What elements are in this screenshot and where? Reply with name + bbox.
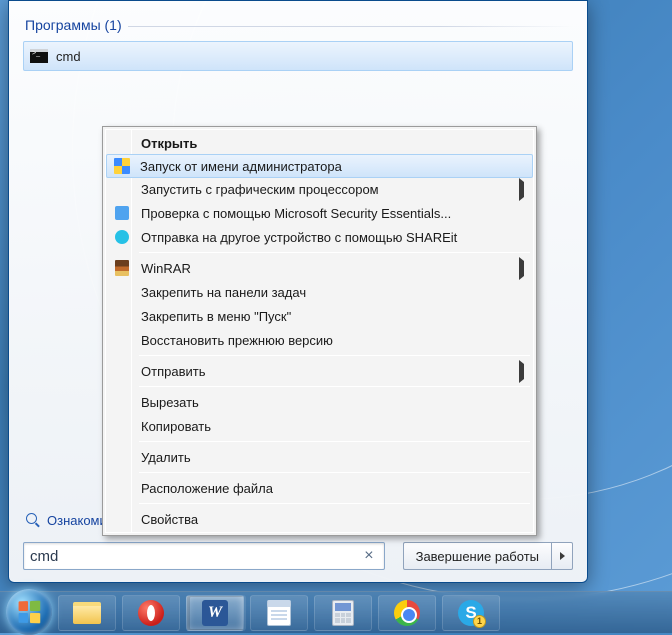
menu-item[interactable]: Закрепить на панели задач (107, 280, 532, 304)
menu-item[interactable]: Запустить с графическим процессором (107, 177, 532, 201)
menu-item-label: Восстановить прежнюю версию (141, 333, 333, 348)
submenu-arrow-icon (519, 364, 524, 379)
menu-item-label: Расположение файла (141, 481, 273, 496)
start-menu-footer: × Завершение работы (23, 542, 573, 570)
menu-item-label: Отправка на другое устройство с помощью … (141, 230, 457, 245)
word-icon: W (202, 600, 228, 626)
shield-icon (114, 158, 130, 174)
menu-item[interactable]: Проверка с помощью Microsoft Security Es… (107, 201, 532, 225)
menu-separator (139, 503, 530, 504)
menu-item[interactable]: Восстановить прежнюю версию (107, 328, 532, 352)
menu-item[interactable]: Отправка на другое устройство с помощью … (107, 225, 532, 249)
skype-icon: S1 (458, 600, 484, 626)
taskbar-item-chrome[interactable] (378, 595, 436, 631)
taskbar-item-opera[interactable] (122, 595, 180, 631)
menu-item-label: WinRAR (141, 261, 191, 276)
menu-item[interactable]: Копировать (107, 414, 532, 438)
cmd-icon (30, 49, 48, 63)
menu-item-label: Открыть (141, 136, 197, 151)
taskbar: W S1 (0, 591, 672, 633)
menu-separator (139, 355, 530, 356)
menu-item[interactable]: Вырезать (107, 390, 532, 414)
menu-item-label: Отправить (141, 364, 205, 379)
search-input[interactable] (30, 548, 360, 565)
menu-separator (139, 441, 530, 442)
divider (128, 26, 573, 27)
notepad-icon (267, 600, 291, 626)
menu-item-label: Вырезать (141, 395, 199, 410)
menu-item-label: Удалить (141, 450, 191, 465)
opera-icon (138, 600, 164, 626)
menu-item[interactable]: Открыть (107, 131, 532, 155)
shutdown-group: Завершение работы (403, 542, 573, 570)
menu-item[interactable]: Расположение файла (107, 476, 532, 500)
menu-item-label: Закрепить на панели задач (141, 285, 306, 300)
menu-item[interactable]: Отправить (107, 359, 532, 383)
winrar-icon (115, 260, 129, 276)
menu-item[interactable]: Удалить (107, 445, 532, 469)
submenu-arrow-icon (519, 182, 524, 197)
menu-item[interactable]: WinRAR (107, 256, 532, 280)
search-icon (25, 512, 41, 528)
menu-item-label: Свойства (141, 512, 198, 527)
folder-icon (73, 602, 101, 624)
submenu-arrow-icon (519, 261, 524, 276)
start-menu-panel: Программы (1) cmd Открыть Запуск от имени… (8, 0, 588, 583)
start-button[interactable] (6, 589, 52, 635)
taskbar-item-skype[interactable]: S1 (442, 595, 500, 631)
shutdown-options-button[interactable] (551, 542, 573, 570)
menu-item-label: Проверка с помощью Microsoft Security Es… (141, 206, 451, 221)
menu-item-label: Закрепить в меню "Пуск" (141, 309, 291, 324)
taskbar-item-calculator[interactable] (314, 595, 372, 631)
shareit-icon (115, 230, 129, 244)
menu-separator (139, 386, 530, 387)
search-box[interactable]: × (23, 542, 385, 570)
chevron-right-icon (560, 552, 565, 560)
taskbar-item-explorer[interactable] (58, 595, 116, 631)
taskbar-item-notepad[interactable] (250, 595, 308, 631)
menu-separator (139, 472, 530, 473)
menu-item[interactable]: Свойства (107, 507, 532, 531)
clear-search-button[interactable]: × (360, 547, 377, 565)
menu-item-label: Запуск от имени администратора (140, 159, 342, 174)
calculator-icon (332, 600, 354, 626)
context-menu: Открыть Запуск от имени администратора Зап… (102, 126, 537, 536)
windows-logo-icon (19, 600, 41, 623)
search-result-cmd[interactable]: cmd (23, 41, 573, 71)
menu-item[interactable]: Запуск от имени администратора (106, 154, 533, 178)
menu-item-label: Копировать (141, 419, 211, 434)
chrome-icon (394, 600, 420, 626)
security-icon (115, 206, 129, 220)
shutdown-label: Завершение работы (416, 549, 539, 564)
results-header: Программы (1) (23, 11, 573, 37)
results-area: cmd Открыть Запуск от имени администратор… (23, 41, 573, 506)
result-label: cmd (56, 49, 81, 64)
menu-item-label: Запустить с графическим процессором (141, 182, 379, 197)
shutdown-button[interactable]: Завершение работы (403, 542, 551, 570)
menu-item[interactable]: Закрепить в меню "Пуск" (107, 304, 532, 328)
menu-separator (139, 252, 530, 253)
notification-badge: 1 (473, 615, 486, 628)
taskbar-item-word[interactable]: W (186, 595, 244, 631)
